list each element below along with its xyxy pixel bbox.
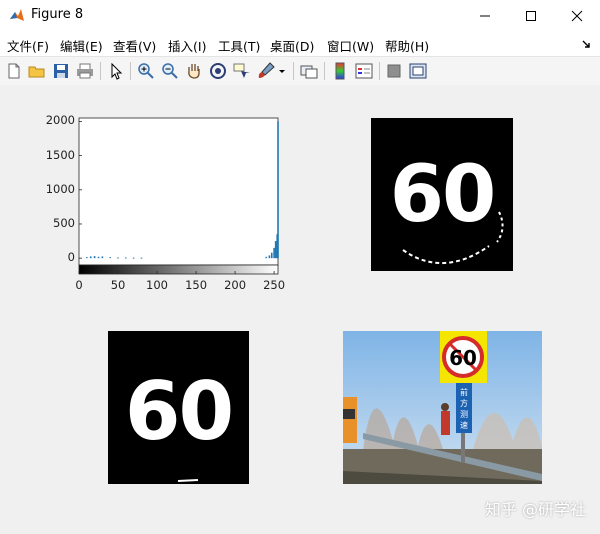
y-tick-label: 1500 [45,147,75,162]
histogram-bar [140,257,143,259]
menu-view[interactable]: 查看(V) [113,36,156,55]
save-icon[interactable] [51,61,71,81]
gray-level-colorbar [78,264,279,275]
title-bar: Figure 8 [0,0,600,32]
brush-dropdown-icon[interactable] [277,61,287,81]
histogram-bar [117,257,119,259]
histogram-bar [97,256,100,259]
partial-ring-arc [402,211,504,264]
brush-icon[interactable] [256,61,276,81]
toolbar-separator [100,62,101,80]
menu-window[interactable]: 窗口(W) [327,36,374,55]
pan-hand-icon[interactable] [184,61,204,81]
colorbar-icon[interactable] [330,61,350,81]
maximize-icon [526,11,536,21]
watermark-text: 知乎 @研学社 [484,500,586,519]
menu-bar: 文件(F) 编辑(E) 查看(V) 插入(I) 工具(T) 桌面(D) 窗口(W… [0,32,600,56]
zoom-out-icon[interactable] [160,61,180,81]
toolbar-separator [324,62,325,80]
road-sign-photo: 前 方 测 速 60 [343,331,542,484]
matlab-logo-icon [10,9,24,21]
binary-image-bottom-left: 60 [108,331,249,484]
open-file-icon[interactable] [27,61,47,81]
link-plot-icon[interactable] [299,61,319,81]
y-tick-label: 2000 [45,113,75,128]
toolbar-separator [130,62,131,80]
road-scene-illustration: 前 方 测 速 60 [343,331,542,484]
window-title: Figure 8 [31,7,84,22]
x-tick-label: 100 [146,278,168,292]
histogram-bar [101,256,104,259]
hide-plot-tools-icon[interactable] [384,61,404,81]
x-tick-label: 0 [75,278,83,292]
dock-arrow-icon[interactable] [582,40,592,48]
toolbar [0,56,600,86]
histogram-bar [265,256,268,259]
toolbar-separator [379,62,380,80]
maximize-button[interactable] [508,0,554,32]
x-tick-label: 250 [263,278,286,292]
show-plot-tools-icon[interactable] [408,61,428,81]
histogram-bar [109,257,112,259]
histogram-bar [132,257,135,259]
menu-desktop[interactable]: 桌面(D) [270,36,314,55]
figure-canvas: 2000 1500 1000 500 0 0 50 100 150 200 250 60 60 [0,85,600,534]
histogram-bar [274,241,277,259]
y-tick-label: 0 [67,250,75,265]
rotate-3d-icon[interactable] [208,61,228,81]
histogram-bar [93,256,96,259]
plot-area [78,117,279,266]
sign-text-1: 前 [460,387,468,397]
menu-insert[interactable]: 插入(I) [168,36,206,55]
toolbar-separator [293,62,294,80]
menu-file[interactable]: 文件(F) [7,36,49,55]
close-icon [571,10,583,22]
close-button[interactable] [554,0,600,32]
menu-edit[interactable]: 编辑(E) [60,36,103,55]
new-figure-icon[interactable] [4,61,24,81]
histogram-bar [268,255,271,259]
y-tick-label: 500 [53,215,75,230]
histogram-bar [270,252,273,259]
menu-help[interactable]: 帮助(H) [385,36,429,55]
sign-text-3: 测 [460,410,468,419]
sign-text-2: 方 [460,398,468,408]
sign-text-4: 速 [460,421,468,430]
print-icon[interactable] [75,61,95,81]
x-tick-label: 200 [224,278,247,292]
y-tick-label: 1000 [45,181,75,196]
binary-image-top-right: 60 [371,118,513,271]
photo-sign-number: 60 [449,346,477,370]
minimize-icon [480,15,490,17]
histogram-bar [277,121,279,259]
x-tick-label: 50 [110,278,126,292]
legend-icon[interactable] [354,61,374,81]
select-arrow-icon[interactable] [106,61,126,81]
histogram-bar [89,256,92,259]
histogram-bar [86,257,88,259]
histogram-bar [273,247,275,259]
histogram-bar [125,257,127,259]
x-tick-label: 150 [185,278,208,292]
minimize-button[interactable] [462,0,508,32]
small-arc-mark [177,479,199,482]
data-cursor-icon[interactable] [232,61,252,81]
menu-tools[interactable]: 工具(T) [218,36,260,55]
zoom-in-icon[interactable] [136,61,156,81]
